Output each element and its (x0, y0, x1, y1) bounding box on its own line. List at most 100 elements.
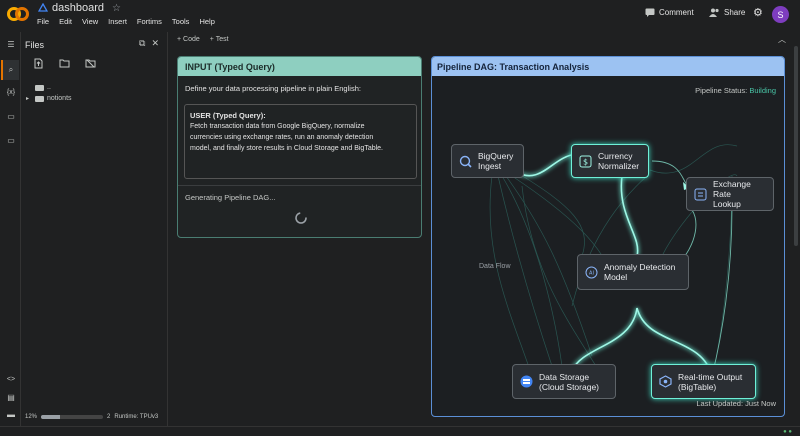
node-label-line2: Ingest (478, 161, 502, 171)
ram-progress (41, 415, 104, 419)
chevron-up-icon[interactable]: ︿ (778, 34, 786, 45)
chevron-right-icon[interactable]: ▸ (26, 95, 32, 102)
cell-toolbar: + Code + Test (169, 32, 800, 46)
top-bar: dashboard ☆ File Edit View Insert Fortim… (0, 0, 800, 32)
comment-button[interactable]: Comment (645, 8, 694, 17)
folder-icon[interactable]: ▭ (6, 136, 16, 146)
colab-logo-icon[interactable] (7, 5, 29, 23)
cloud-storage-icon (520, 375, 533, 388)
menu-bar: File Edit View Insert Fortims Tools Help (37, 17, 215, 26)
bigtable-icon (659, 375, 672, 388)
dag-edges (489, 144, 738, 378)
tree-label-folder: notionts (47, 95, 72, 102)
input-prompt: Define your data processing pipeline in … (185, 84, 361, 93)
query-line-3: model, and finally store results in Clou… (190, 145, 383, 152)
new-folder-icon[interactable] (59, 58, 70, 69)
bigquery-icon (459, 155, 472, 168)
status-bar: ● ● (0, 426, 800, 436)
svg-text:AI: AI (589, 270, 594, 276)
notebook-title-area: dashboard ☆ (38, 2, 121, 14)
drive-icon (38, 3, 48, 12)
node-label-line1: Currency (598, 151, 633, 161)
data-flow-label: Data Flow (479, 263, 511, 270)
divider (178, 185, 421, 186)
node-data-storage[interactable]: Data Storage (Cloud Storage) (512, 364, 616, 399)
share-label: Share (724, 8, 746, 17)
input-panel-header: INPUT (Typed Query) (178, 57, 421, 76)
connection-status-icon[interactable]: ● ● (783, 429, 792, 435)
code-snippets-icon[interactable]: <> (6, 375, 16, 385)
node-label-line2: (BigTable) (678, 381, 717, 392)
currency-icon: $ (579, 155, 592, 167)
scrollbar[interactable] (794, 46, 798, 246)
node-label-line1: Anomaly Detection (604, 262, 676, 272)
menu-tools[interactable]: Tools (172, 17, 190, 26)
dag-panel-header: Pipeline DAG: Transaction Analysis (432, 57, 784, 76)
tree-row-folder[interactable]: ▸ notionts (26, 93, 72, 104)
mount-drive-icon[interactable] (85, 58, 96, 69)
node-realtime-output[interactable]: Real-time Output (BigTable) (651, 364, 756, 399)
node-label-line2: (Cloud Storage) (539, 381, 600, 392)
people-icon (709, 8, 719, 17)
exchange-icon (694, 188, 707, 200)
node-label-line1: Exchange Rate (713, 179, 751, 199)
query-box[interactable]: USER (Typed Query): Fetch transaction da… (184, 104, 417, 179)
node-label-line1: Data Storage (539, 371, 590, 382)
search-icon[interactable]: ⌕ (1, 60, 19, 80)
files-panel: Files ⧉ ✕ .. ▸ notionts 12% 2 Runtime: T… (21, 32, 168, 426)
terminal-icon[interactable]: ▬ (6, 410, 16, 420)
svg-text:$: $ (583, 157, 588, 166)
loading-spinner-icon (295, 212, 307, 224)
secrets-key-icon[interactable]: ▭ (6, 112, 16, 122)
node-label-line2: Normalizer (598, 161, 640, 171)
node-currency-normalizer[interactable]: $ Currency Normalizer (571, 144, 649, 178)
toc-icon[interactable]: ☰ (6, 40, 16, 50)
last-updated: Last Updated: Just Now (696, 399, 776, 408)
file-tree: .. ▸ notionts (26, 82, 72, 104)
runtime-label: Runtime: TPUv3 (114, 414, 159, 420)
node-label-line2: Model (604, 272, 628, 282)
add-code-button[interactable]: + Code (177, 36, 200, 43)
node-label-line1: Real-time Output (678, 371, 743, 382)
avatar[interactable]: S (772, 6, 789, 23)
files-title: Files (25, 40, 45, 50)
ram-percent: 12% (25, 414, 38, 420)
notebook-title[interactable]: dashboard (52, 2, 104, 14)
generating-status: Generating Pipeline DAG... (185, 193, 276, 202)
disk-count: 2 (107, 414, 111, 420)
query-title: USER (Typed Query): (190, 111, 266, 120)
folder-icon (35, 95, 44, 102)
ai-chip-icon: AI (585, 266, 598, 278)
input-panel: INPUT (Typed Query) Define your data pro… (177, 56, 422, 238)
add-text-button[interactable]: + Test (210, 36, 229, 43)
menu-fortims[interactable]: Fortims (137, 17, 162, 26)
menu-view[interactable]: View (82, 17, 98, 26)
open-in-tab-icon[interactable]: ⧉ (139, 38, 145, 49)
settings-gear-icon[interactable]: ⚙ (753, 6, 763, 19)
node-label-line2: Lookup (713, 199, 741, 209)
resource-bar: 12% 2 Runtime: TPUv3 (25, 414, 165, 420)
menu-edit[interactable]: Edit (59, 17, 72, 26)
share-button[interactable]: Share (709, 8, 745, 17)
command-palette-icon[interactable]: ▤ (6, 393, 16, 403)
node-bigquery-ingest[interactable]: BigQuery Ingest (451, 144, 524, 178)
tree-row-parent[interactable]: .. (26, 82, 72, 93)
tree-label-parent: .. (47, 84, 51, 91)
node-label-line1: BigQuery (478, 151, 514, 161)
notebook-main: + Code + Test ︿ INPUT (Typed Query) Defi… (169, 32, 800, 426)
node-anomaly-detection[interactable]: AI Anomaly Detection Model (577, 254, 689, 290)
close-icon[interactable]: ✕ (151, 38, 159, 49)
query-line-2: currencies using exchange rates, run an … (190, 134, 374, 141)
menu-insert[interactable]: Insert (108, 17, 127, 26)
menu-help[interactable]: Help (199, 17, 214, 26)
side-rail: ☰ ⌕ {x} ▭ ▭ <> ▤ ▬ (0, 32, 21, 426)
edge-currency-anomaly (620, 175, 639, 257)
comment-icon (645, 8, 655, 17)
menu-file[interactable]: File (37, 17, 49, 26)
dag-panel: Pipeline DAG: Transaction Analysis Pipel… (431, 56, 785, 417)
star-icon[interactable]: ☆ (112, 3, 121, 14)
node-exchange-rate-lookup[interactable]: Exchange Rate Lookup (686, 177, 774, 211)
upload-file-icon[interactable] (33, 58, 44, 69)
edge-anomaly-storage (571, 307, 638, 372)
variables-icon[interactable]: {x} (6, 88, 16, 98)
